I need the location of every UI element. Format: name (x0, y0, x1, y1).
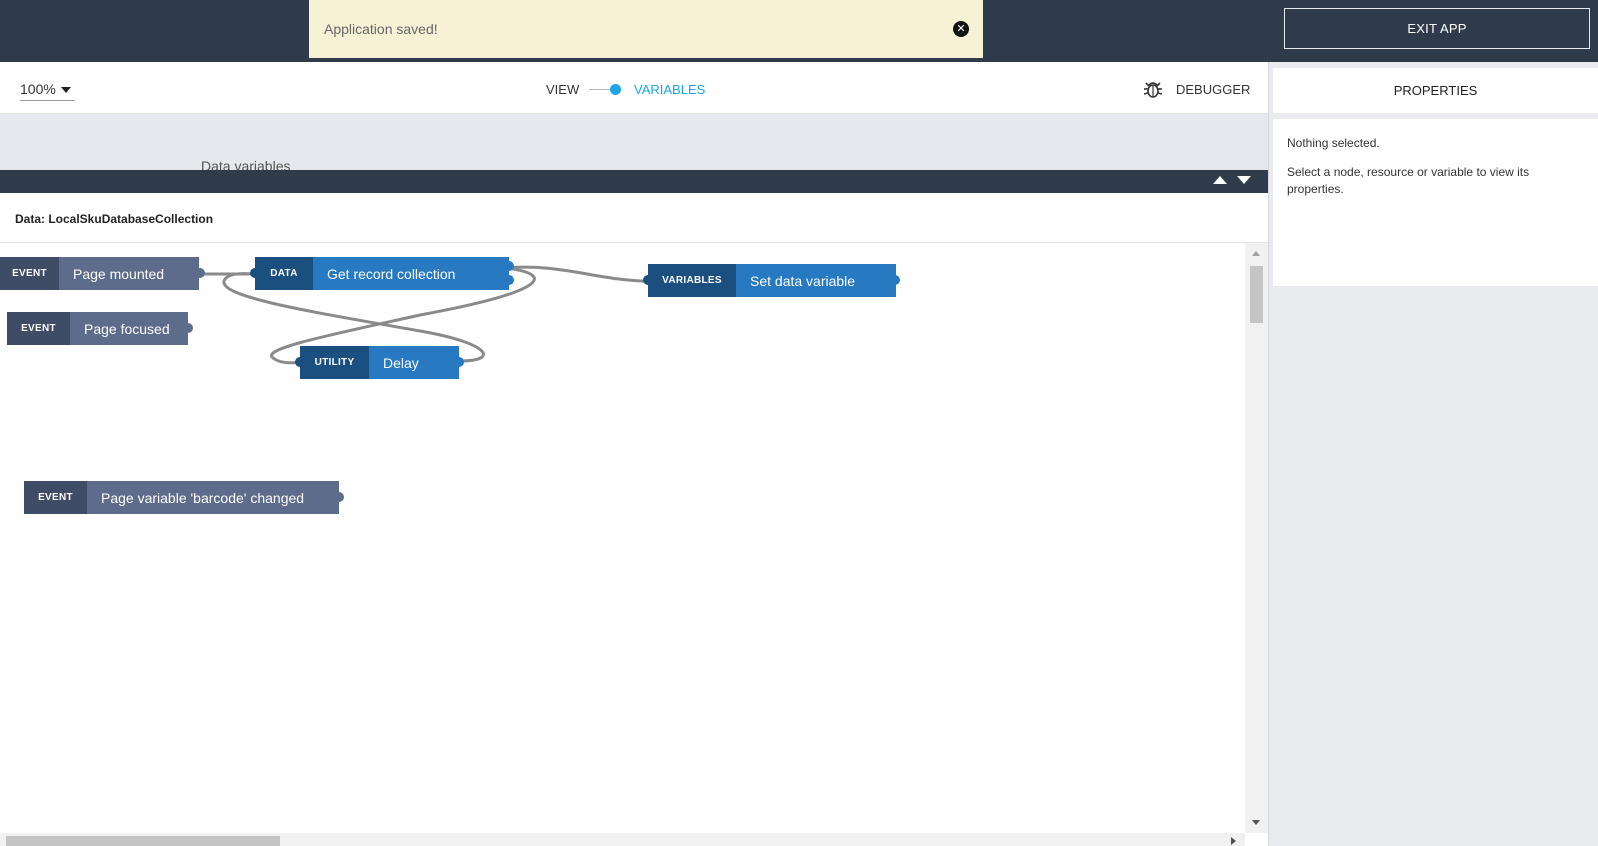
node-set-data-variable[interactable]: VARIABLES Set data variable (643, 264, 900, 297)
scroll-up-icon[interactable] (1252, 251, 1260, 256)
save-toast: Application saved! ✕ (309, 0, 983, 58)
output-port[interactable] (890, 275, 900, 285)
exit-app-button[interactable]: EXIT APP (1284, 8, 1590, 49)
scroll-thumb[interactable] (6, 836, 280, 846)
input-port[interactable] (295, 357, 305, 367)
node-tag: UTILITY (300, 346, 369, 379)
node-tag: EVENT (7, 312, 70, 345)
close-icon[interactable]: ✕ (953, 21, 969, 37)
horizontal-scrollbar[interactable] (0, 833, 1245, 846)
panel-divider-bar (0, 170, 1268, 193)
flow-title: Data: LocalSkuDatabaseCollection (15, 212, 214, 226)
empty-state-title: Nothing selected. (1287, 136, 1380, 150)
node-get-record-collection[interactable]: DATA Get record collection (250, 257, 514, 290)
canvas-toolbar: 100% VIEW VARIABLES DEBUGGER (0, 62, 1268, 114)
bug-icon (1143, 82, 1163, 98)
input-port[interactable] (643, 275, 653, 285)
logic-canvas[interactable]: EVENT Page mounted DATA Get record colle… (0, 243, 1245, 833)
vertical-scrollbar[interactable] (1245, 243, 1268, 833)
node-label: Set data variable (736, 264, 896, 297)
node-page-focused[interactable]: EVENT Page focused (7, 312, 193, 345)
scroll-right-icon[interactable] (1231, 837, 1236, 845)
chevron-down-icon (60, 87, 71, 94)
node-page-mounted[interactable]: EVENT Page mounted (0, 257, 205, 290)
flow-subheader: Data: LocalSkuDatabaseCollection (0, 193, 1268, 243)
top-bar: Application saved! ✕ EXIT APP (0, 0, 1598, 62)
properties-panel: PROPERTIES Nothing selected. Select a no… (1269, 62, 1598, 846)
view-toggle-label[interactable]: VIEW (546, 82, 579, 97)
properties-title: PROPERTIES (1273, 68, 1598, 113)
output-port[interactable] (183, 323, 193, 333)
node-delay[interactable]: UTILITY Delay (295, 346, 464, 379)
output-port[interactable] (195, 268, 205, 278)
output-port[interactable] (504, 275, 514, 285)
data-variables-label: Data variables (201, 158, 291, 170)
chevron-down-icon[interactable] (1237, 176, 1251, 184)
node-tag: EVENT (24, 481, 87, 514)
node-tag: EVENT (0, 257, 59, 290)
debugger-button[interactable]: DEBUGGER (1142, 79, 1250, 99)
output-port[interactable] (504, 261, 514, 271)
debugger-label: DEBUGGER (1176, 81, 1251, 97)
view-variables-toggle[interactable] (589, 84, 621, 96)
output-port[interactable] (454, 357, 464, 367)
scroll-down-icon[interactable] (1252, 820, 1260, 825)
node-label: Page focused (70, 312, 188, 345)
chevron-up-icon[interactable] (1213, 176, 1227, 184)
zoom-value: 100% (20, 81, 56, 97)
variables-panel-band: Data variables (0, 114, 1268, 170)
node-tag: DATA (255, 257, 313, 290)
node-label: Page variable 'barcode' changed (87, 481, 339, 514)
node-tag: VARIABLES (648, 264, 736, 297)
node-label: Page mounted (59, 257, 199, 290)
node-label: Delay (369, 346, 459, 379)
output-port[interactable] (334, 492, 344, 502)
variables-toggle-label[interactable]: VARIABLES (634, 82, 705, 97)
toast-message: Application saved! (324, 21, 438, 37)
empty-state-hint: Select a node, resource or variable to v… (1287, 165, 1530, 196)
zoom-select[interactable]: 100% (20, 81, 75, 101)
toggle-knob (610, 84, 621, 95)
node-page-variable-barcode-changed[interactable]: EVENT Page variable 'barcode' changed (24, 481, 344, 514)
input-port[interactable] (250, 268, 260, 278)
scroll-thumb[interactable] (1250, 266, 1263, 323)
node-label: Get record collection (313, 257, 509, 290)
properties-body: Nothing selected. Select a node, resourc… (1273, 119, 1598, 286)
